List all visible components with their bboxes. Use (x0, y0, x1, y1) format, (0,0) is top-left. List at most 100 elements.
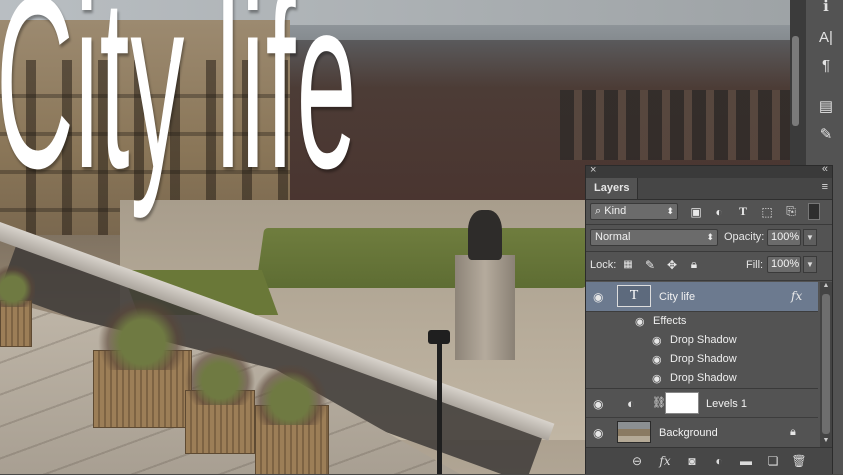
filter-row: ⌕ Kind ⬍ ▣ ◐ T ⬚ ⎘ (586, 200, 832, 224)
fill-dropdown-icon[interactable]: ▼ (803, 256, 817, 273)
adjustment-layer-icon: ◐ (627, 396, 635, 411)
layers-panel: × « Layers ≡ ⌕ Kind ⬍ ▣ ◐ T ⬚ ⎘ Normal ⬍… (585, 163, 833, 475)
layer-list-scrollbar[interactable]: ▲ ▼ (820, 282, 832, 447)
layers-footer: ⊖ fx ◙ ◐ ▬ ❏ 🗑︎ (586, 447, 832, 475)
fill-input[interactable]: 100% (767, 256, 801, 273)
text-layer-thumbnail: T (617, 285, 651, 307)
chain-link-icon[interactable]: ⛓ (652, 396, 666, 409)
opacity-dropdown-icon[interactable]: ▼ (803, 229, 817, 246)
add-mask-icon[interactable]: ◙ (683, 454, 701, 469)
visibility-eye-icon[interactable]: ◉ (593, 427, 607, 439)
search-icon: ⌕ (595, 205, 602, 217)
visibility-eye-icon[interactable]: ◉ (593, 291, 607, 303)
character-icon[interactable]: A| (812, 25, 840, 49)
effect-row-drop-shadow[interactable]: ◉ Drop Shadow (586, 331, 818, 350)
effect-row-drop-shadow[interactable]: ◉ Drop Shadow (586, 369, 818, 388)
scroll-thumb[interactable] (822, 294, 830, 434)
fill-label: Fill: (746, 259, 764, 271)
photo-plant (250, 365, 330, 425)
visibility-eye-icon[interactable]: ◉ (652, 353, 662, 366)
lock-transparent-icon[interactable]: ▦ (619, 256, 637, 273)
effects-row[interactable]: ◉ Effects (586, 312, 818, 331)
photo-lamp-post (437, 338, 442, 474)
layer-row-background[interactable]: ◉ Background 🔒︎ (586, 418, 818, 447)
new-layer-icon[interactable]: ❏ (764, 454, 782, 469)
canvas-title-text: City life (0, 0, 358, 219)
dock-scrollbar[interactable] (792, 36, 799, 126)
layer-row-city-life[interactable]: ◉ T City life fx (586, 282, 818, 312)
visibility-eye-icon[interactable]: ◉ (635, 315, 645, 328)
effects-label: Effects (653, 315, 687, 327)
panel-menu-icon[interactable]: ≡ (822, 181, 828, 193)
filter-type-icon[interactable]: T (734, 203, 752, 220)
opacity-label: Opacity: (724, 231, 765, 243)
blend-mode-select[interactable]: Normal ⬍ (590, 229, 718, 246)
delete-layer-icon[interactable]: 🗑︎ (790, 454, 808, 469)
glyphs-icon[interactable]: ▤ (812, 94, 840, 118)
layer-list: ◉ T City life fx ◉ Effects ◉ Drop Shadow… (586, 282, 818, 447)
background-thumbnail (617, 421, 651, 443)
lock-label: Lock: (590, 259, 617, 271)
panel-tab-row: Layers ≡ (586, 178, 832, 200)
photo-plant (0, 262, 35, 307)
filter-kind-select[interactable]: ⌕ Kind ⬍ (590, 203, 678, 220)
photo-lawn (255, 228, 595, 288)
photo-mall-windows (560, 90, 790, 160)
filter-smart-object-icon[interactable]: ⎘ (782, 203, 800, 220)
collapse-icon[interactable]: « (822, 163, 828, 175)
photo-statue (468, 210, 502, 260)
paragraph-icon[interactable]: ¶ (812, 53, 840, 77)
new-group-icon[interactable]: ▬ (737, 454, 755, 469)
layer-mask-thumbnail[interactable] (665, 392, 699, 414)
notes-icon-glyph: ✎ (819, 126, 833, 143)
lock-icon: 🔒︎ (790, 426, 796, 438)
scroll-up-icon[interactable]: ▲ (820, 282, 832, 292)
effect-row-drop-shadow[interactable]: ◉ Drop Shadow (586, 350, 818, 369)
close-icon[interactable]: × (590, 164, 596, 176)
visibility-eye-icon[interactable]: ◉ (652, 334, 662, 347)
layer-row-levels-1[interactable]: ◉ ◐ ⛓ Levels 1 (586, 389, 818, 418)
panel-title-bar[interactable]: × « (586, 163, 832, 178)
filter-toggle-switch[interactable] (808, 203, 820, 220)
blend-row: Normal ⬍ Opacity: 100% ▼ (586, 226, 832, 250)
layer-name[interactable]: City life (659, 291, 695, 303)
lock-position-icon[interactable]: ✥ (663, 256, 681, 273)
visibility-eye-icon[interactable]: ◉ (593, 398, 607, 410)
select-arrows-icon: ⬍ (666, 206, 674, 216)
paragraph-icon-glyph: ¶ (821, 56, 831, 74)
select-arrows-icon: ⬍ (706, 232, 714, 242)
photo-monument (455, 255, 515, 360)
filter-kind-label: Kind (604, 205, 627, 217)
character-icon-glyph: A| (819, 28, 833, 46)
photo-plant (185, 345, 255, 405)
add-style-fx-icon[interactable]: fx (656, 454, 674, 469)
layer-name[interactable]: Background (659, 427, 718, 439)
visibility-eye-icon[interactable]: ◉ (652, 372, 662, 385)
link-layers-icon[interactable]: ⊖ (628, 454, 646, 469)
lock-all-icon[interactable]: 🔒︎ (685, 256, 703, 273)
filter-adjustment-icon[interactable]: ◐ (710, 203, 728, 220)
info-icon[interactable]: ℹ (812, 0, 840, 18)
effect-name: Drop Shadow (670, 334, 737, 346)
divider (586, 224, 832, 225)
info-icon-glyph: ℹ (823, 0, 829, 15)
effect-name: Drop Shadow (670, 353, 737, 365)
photo-planter (0, 300, 32, 347)
blend-mode-value: Normal (595, 231, 631, 243)
layer-name[interactable]: Levels 1 (706, 398, 747, 410)
opacity-input[interactable]: 100% (767, 229, 801, 246)
new-adjustment-icon[interactable]: ◐ (710, 454, 728, 469)
divider (586, 251, 832, 252)
divider (586, 280, 832, 281)
glyphs-icon-glyph: ▤ (818, 98, 834, 115)
scroll-down-icon[interactable]: ▼ (820, 437, 832, 447)
tab-layers[interactable]: Layers (586, 178, 639, 199)
notes-icon[interactable]: ✎ (812, 122, 840, 146)
effect-name: Drop Shadow (670, 372, 737, 384)
filter-pixel-icon[interactable]: ▣ (687, 203, 705, 220)
lock-row: Lock: ▦ ✎ ✥ 🔒︎ Fill: 100% ▼ (586, 253, 832, 277)
filter-shape-icon[interactable]: ⬚ (758, 203, 776, 220)
photo-plant (95, 300, 190, 370)
fx-icon[interactable]: fx (791, 289, 802, 303)
lock-image-brush-icon[interactable]: ✎ (641, 256, 659, 273)
